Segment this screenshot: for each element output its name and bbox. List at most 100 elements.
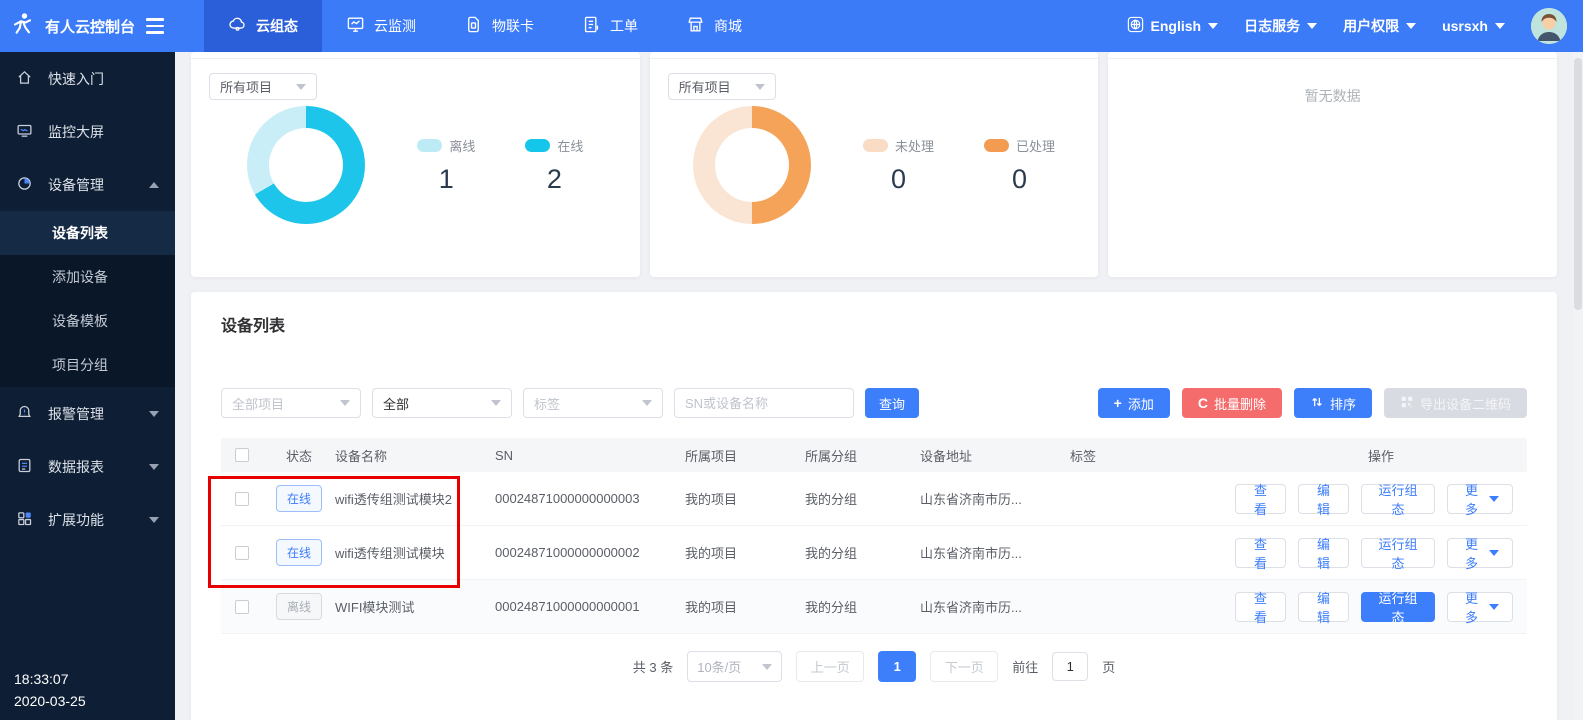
alarm-status-card: 所有项目 未处理 0 已处理 bbox=[650, 52, 1099, 277]
sidebar-item-project-group[interactable]: 项目分组 bbox=[0, 343, 175, 387]
more-button[interactable]: 更多 bbox=[1447, 484, 1513, 514]
edit-button[interactable]: 编辑 bbox=[1298, 538, 1349, 568]
batch-delete-button[interactable]: C 批量删除 bbox=[1182, 388, 1282, 418]
avatar[interactable] bbox=[1531, 8, 1567, 44]
alarm-status-project-select[interactable]: 所有项目 bbox=[668, 73, 776, 100]
work-order-icon bbox=[582, 15, 601, 37]
tab-work-order[interactable]: 工单 bbox=[558, 0, 662, 52]
username-menu[interactable]: usrsxh bbox=[1442, 18, 1505, 34]
page-number-1[interactable]: 1 bbox=[878, 651, 916, 682]
device-sn: 00024871000000000002 bbox=[495, 545, 685, 560]
device-sn: 00024871000000000001 bbox=[495, 599, 685, 614]
chevron-down-icon bbox=[296, 84, 306, 90]
device-name: wifi透传组测试模块2 bbox=[335, 489, 495, 508]
device-submenu: 设备列表 添加设备 设备模板 项目分组 bbox=[0, 211, 175, 387]
legend-item-offline: 离线 1 bbox=[417, 136, 475, 195]
chevron-down-icon bbox=[1489, 604, 1499, 610]
chevron-down-icon bbox=[149, 464, 159, 470]
offline-swatch bbox=[417, 139, 442, 152]
topbar: 有人云控制台 云组态 云监测 物联卡 工单 bbox=[0, 0, 1583, 52]
pie-chart-icon bbox=[16, 175, 33, 195]
goto-page-input[interactable] bbox=[1052, 652, 1088, 681]
sidebar-item-device-list[interactable]: 设备列表 bbox=[0, 211, 175, 255]
tab-mall[interactable]: 商城 bbox=[662, 0, 766, 52]
row-checkbox[interactable] bbox=[235, 492, 249, 506]
prev-page-button[interactable]: 上一页 bbox=[796, 651, 864, 682]
chevron-down-icon bbox=[1406, 23, 1416, 29]
table-row: 离线 WIFI模块测试 00024871000000000001 我的项目 我的… bbox=[221, 580, 1527, 634]
grid-icon bbox=[16, 510, 33, 530]
status-badge: 在线 bbox=[276, 539, 322, 566]
top-tabs: 云组态 云监测 物联卡 工单 商城 bbox=[204, 0, 766, 52]
select-all-checkbox[interactable] bbox=[235, 448, 249, 462]
chevron-down-icon bbox=[1495, 23, 1505, 29]
sidebar-item-extensions[interactable]: 扩展功能 bbox=[0, 493, 175, 546]
device-status-project-select[interactable]: 所有项目 bbox=[209, 73, 317, 100]
add-device-button[interactable]: + 添加 bbox=[1098, 388, 1170, 418]
more-button[interactable]: 更多 bbox=[1447, 592, 1513, 622]
tab-iot-sim[interactable]: 物联卡 bbox=[440, 0, 558, 52]
big-screen-icon bbox=[16, 122, 33, 142]
globe-icon bbox=[1127, 16, 1144, 36]
sort-button[interactable]: 排序 bbox=[1294, 388, 1372, 418]
legend-item-handled: 已处理 0 bbox=[984, 136, 1055, 195]
main-content: 所有项目 离线 1 在线 bbox=[175, 52, 1583, 720]
sidebar-item-device-template[interactable]: 设备模板 bbox=[0, 299, 175, 343]
goto-suffix: 页 bbox=[1102, 657, 1115, 676]
filter-row: 全部项目 全部 标签 查询 + 添加 C 批量删除 bbox=[221, 388, 1527, 418]
row-checkbox[interactable] bbox=[235, 546, 249, 560]
scrollbar-track[interactable] bbox=[1573, 52, 1583, 720]
chevron-down-icon bbox=[762, 664, 772, 670]
device-table: 状态 设备名称 SN 所属项目 所属分组 设备地址 标签 操作 在线 wifi透… bbox=[221, 438, 1527, 634]
project-filter-select[interactable]: 全部项目 bbox=[221, 388, 361, 418]
qr-code-icon bbox=[1400, 395, 1414, 412]
chevron-down-icon bbox=[149, 517, 159, 523]
edit-button[interactable]: 编辑 bbox=[1298, 592, 1349, 622]
language-switcher[interactable]: English bbox=[1127, 16, 1219, 36]
toolbar-actions: + 添加 C 批量删除 排序 导出设备二维码 bbox=[1098, 388, 1527, 418]
tag-filter-select[interactable]: 标签 bbox=[523, 388, 663, 418]
tab-cloud-monitor[interactable]: 云监测 bbox=[322, 0, 440, 52]
sidebar-item-device-management[interactable]: 设备管理 bbox=[0, 158, 175, 211]
tab-cloud-scada[interactable]: 云组态 bbox=[204, 0, 322, 52]
summary-cards: 所有项目 离线 1 在线 bbox=[191, 52, 1557, 277]
device-status-donut bbox=[247, 106, 365, 224]
search-input[interactable] bbox=[674, 388, 854, 418]
log-service-menu[interactable]: 日志服务 bbox=[1244, 16, 1317, 36]
sidebar-item-alarm-management[interactable]: 报警管理 bbox=[0, 387, 175, 440]
total-count: 共 3 条 bbox=[633, 657, 673, 676]
device-name: wifi透传组测试模块 bbox=[335, 543, 495, 562]
alarm-status-donut bbox=[693, 106, 811, 224]
status-filter-select[interactable]: 全部 bbox=[372, 388, 512, 418]
edit-button[interactable]: 编辑 bbox=[1298, 484, 1349, 514]
menu-collapse-icon[interactable] bbox=[146, 18, 164, 34]
online-count: 2 bbox=[525, 164, 583, 195]
sidebar-item-quick-start[interactable]: 快速入门 bbox=[0, 52, 175, 105]
unhandled-swatch bbox=[863, 139, 888, 152]
run-scada-button[interactable]: 运行组态 bbox=[1361, 538, 1435, 568]
view-button[interactable]: 查看 bbox=[1235, 484, 1286, 514]
row-checkbox[interactable] bbox=[235, 600, 249, 614]
chevron-down-icon bbox=[642, 400, 652, 406]
run-scada-button[interactable]: 运行组态 bbox=[1361, 592, 1435, 622]
next-page-button[interactable]: 下一页 bbox=[930, 651, 998, 682]
view-button[interactable]: 查看 bbox=[1235, 538, 1286, 568]
card-divider bbox=[650, 58, 1099, 59]
offline-count: 1 bbox=[417, 164, 475, 195]
scrollbar-thumb[interactable] bbox=[1574, 58, 1582, 310]
more-button[interactable]: 更多 bbox=[1447, 538, 1513, 568]
page-size-select[interactable]: 10条/页 bbox=[687, 651, 782, 682]
query-button[interactable]: 查询 bbox=[865, 388, 919, 418]
view-button[interactable]: 查看 bbox=[1235, 592, 1286, 622]
user-permission-menu[interactable]: 用户权限 bbox=[1343, 16, 1416, 36]
handled-count: 0 bbox=[984, 164, 1055, 195]
report-icon bbox=[16, 457, 33, 477]
sidebar-item-add-device[interactable]: 添加设备 bbox=[0, 255, 175, 299]
sidebar-item-monitor-screen[interactable]: 监控大屏 bbox=[0, 105, 175, 158]
clock-date: 2020-03-25 bbox=[14, 690, 86, 712]
plus-icon: + bbox=[1114, 396, 1122, 410]
run-scada-button[interactable]: 运行组态 bbox=[1361, 484, 1435, 514]
chevron-up-icon bbox=[149, 182, 159, 188]
sidebar-clock: 18:33:07 2020-03-25 bbox=[14, 668, 86, 712]
sidebar-item-data-report[interactable]: 数据报表 bbox=[0, 440, 175, 493]
